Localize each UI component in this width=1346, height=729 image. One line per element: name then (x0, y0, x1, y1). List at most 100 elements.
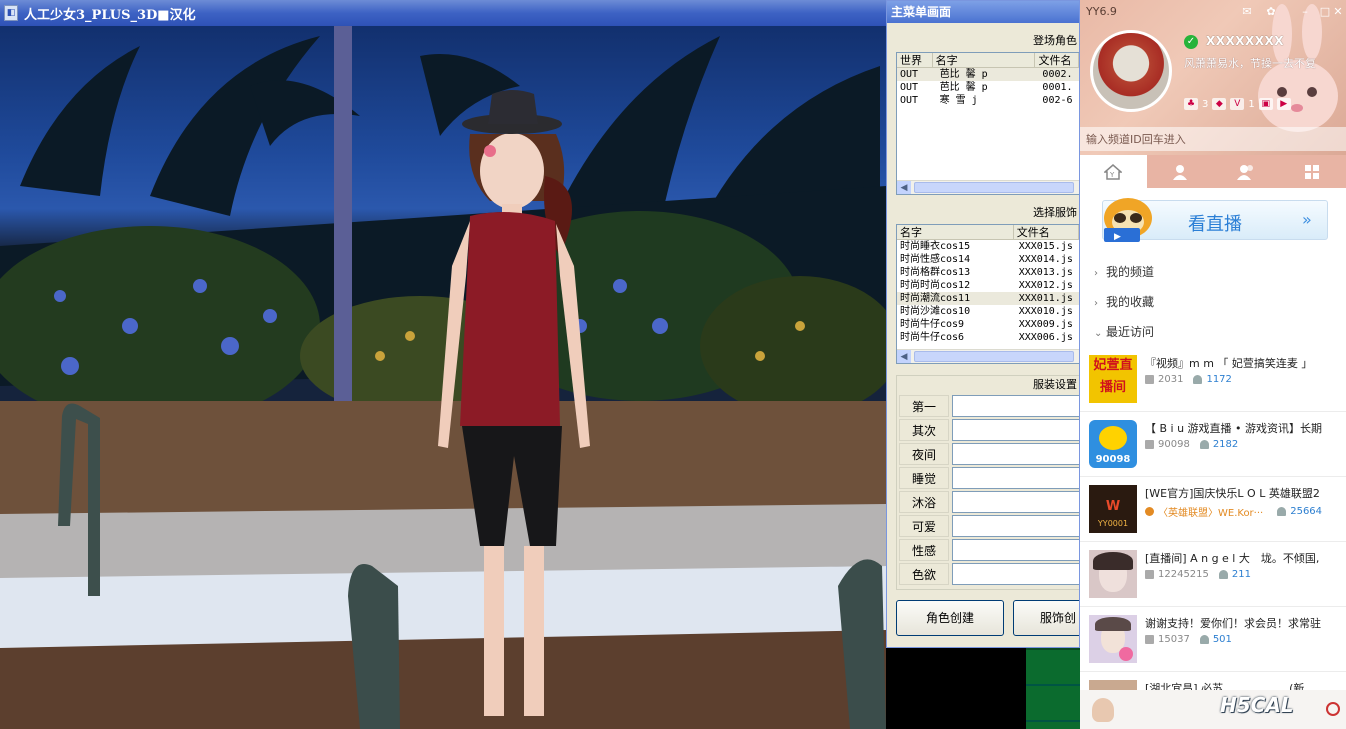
tab-home[interactable]: Y (1080, 155, 1147, 188)
game-titlebar[interactable]: ◧ 人工少女3_PLUS_3D■汉化 (0, 0, 886, 26)
chevron-right-icon: › (1094, 298, 1098, 309)
watermark-logo: H5CAL (1220, 693, 1294, 717)
settings-icon[interactable] (1326, 702, 1340, 716)
outfit-settings-group: 服装设置 第一 其次 夜间 睡觉 沐浴 可爱 性感 色欲 (896, 375, 1079, 590)
outfit-row[interactable]: 时尚睡衣cos15 XXX015.js (897, 240, 1079, 253)
gift-icon[interactable]: ▣ (1258, 98, 1273, 110)
avatar[interactable] (1090, 30, 1172, 112)
user-icon (1199, 635, 1209, 644)
outfit-row[interactable]: 时尚格群cos13 XXX013.js (897, 266, 1079, 279)
game-scene (0, 26, 886, 729)
nav-my-favorites[interactable]: › 我的收藏 (1094, 293, 1154, 310)
column-name[interactable]: 名字 (897, 225, 1014, 239)
outfit-slot-bath: 沐浴 (897, 491, 1079, 513)
nav-my-channels[interactable]: › 我的频道 (1094, 263, 1154, 280)
minimize-icon[interactable]: – (1298, 5, 1312, 19)
game-viewport[interactable] (0, 26, 886, 729)
channel-meta: 12245215 211 (1145, 569, 1251, 580)
skin-icon[interactable]: ✿ (1264, 5, 1278, 19)
watch-live-label[interactable]: 看直播 (1188, 210, 1242, 236)
slot-label: 夜间 (899, 443, 949, 465)
lamp-post (334, 26, 352, 458)
yy-profile-header: YY6.9 ✉ ✿ – □ ✕ ✓ XXXXXXXX 风萧萧易水，节操一去不复 … (1080, 0, 1346, 155)
list-item[interactable]: 妃萱直播间 『视频』m m 「 妃萱搞笑连麦 」 2031 1172 (1080, 347, 1346, 412)
play-icon[interactable]: ▶ (1276, 98, 1291, 110)
character-list-scrollbar[interactable]: ◀ (897, 180, 1079, 194)
create-outfit-button[interactable]: 服饰创 (1013, 600, 1079, 636)
slot-label: 性感 (899, 539, 949, 561)
main-menu-titlebar[interactable]: 主菜单画面 (887, 1, 1079, 23)
channel-meta: 15037 501 (1145, 634, 1232, 645)
headphone-face-icon (1099, 426, 1127, 450)
channel-title: 谢谢支持！爱你们！求会员！求常驻 (1145, 617, 1321, 630)
scroll-left-arrow-icon[interactable]: ◀ (897, 181, 911, 194)
character-row[interactable]: OUT 芭比 馨 p 0001. (897, 81, 1079, 94)
slot-label: 其次 (899, 419, 949, 441)
slot-field[interactable] (952, 515, 1079, 537)
channel-meta: 〈英雄联盟〉WE.Kor··· 25664 (1145, 504, 1322, 519)
slot-field[interactable] (952, 419, 1079, 441)
outfit-list[interactable]: 名字 文件名 时尚睡衣cos15 XXX015.js 时尚性感cos14 XXX01… (896, 224, 1079, 364)
outfit-row[interactable]: 时尚时尚cos12 XXX012.js (897, 279, 1079, 292)
outfit-slot-night: 夜间 (897, 443, 1079, 465)
tab-contacts[interactable] (1147, 155, 1214, 188)
background-window-strip (1026, 648, 1080, 729)
list-item[interactable]: W YY0001 [WE官方]国庆快乐L O L 英雄联盟2 〈英雄联盟〉WE.… (1080, 477, 1346, 542)
maximize-icon[interactable]: □ (1318, 5, 1332, 19)
slot-field[interactable] (952, 395, 1079, 417)
slot-label: 色欲 (899, 563, 949, 585)
column-world[interactable]: 世界 (897, 53, 933, 67)
bear-icon[interactable] (1092, 698, 1114, 722)
list-item[interactable]: 谢谢支持！爱你们！求会员！求常驻 15037 501 (1080, 607, 1346, 672)
slot-field[interactable] (952, 443, 1079, 465)
outfit-settings-header: 服装设置 (1033, 378, 1077, 391)
tab-apps[interactable] (1280, 155, 1346, 188)
slot-field[interactable] (952, 563, 1079, 585)
outfit-row[interactable]: 时尚潮流cos11 XXX011.js (897, 292, 1079, 305)
character-list[interactable]: 世界 名字 文件名 OUT 芭比 馨 p 0002. OUT 芭比 馨 p 00… (896, 52, 1079, 195)
channel-title: 『视频』m m 「 妃萱搞笑连麦 」 (1145, 357, 1313, 370)
double-chevron-right-icon[interactable]: » (1302, 210, 1312, 229)
nav-recent-visits[interactable]: ⌄ 最近访问 (1094, 323, 1154, 340)
list-item[interactable]: 90098 【 B i u 游戏直播 • 游戏资讯】长期 90098 2182 (1080, 412, 1346, 477)
online-status-icon[interactable]: ✓ (1184, 35, 1198, 49)
outfit-slot-second: 其次 (897, 419, 1079, 441)
channel-id-icon (1145, 375, 1154, 384)
diamond-icon[interactable]: ◆ (1212, 98, 1227, 110)
column-name[interactable]: 名字 (933, 53, 1036, 67)
character-row[interactable]: OUT 寒 雪 j 002-6 (897, 94, 1079, 107)
outfit-row[interactable]: 时尚牛仔cos9 XXX009.js (897, 318, 1079, 331)
outfit-list-columns: 名字 文件名 (897, 225, 1079, 240)
game-window: ◧ 人工少女3_PLUS_3D■汉化 (0, 0, 886, 729)
outfit-slot-lust: 色欲 (897, 563, 1079, 585)
scroll-left-arrow-icon[interactable]: ◀ (897, 350, 911, 363)
outfit-list-scrollbar[interactable]: ◀ (897, 349, 1079, 363)
column-file[interactable]: 文件名 (1014, 225, 1079, 239)
character-row[interactable]: OUT 芭比 馨 p 0002. (897, 68, 1079, 81)
game-badge-icon[interactable]: ♣ (1184, 98, 1198, 110)
outfit-row[interactable]: 时尚沙滩cos10 XXX010.js (897, 305, 1079, 318)
scroll-thumb[interactable] (914, 351, 1074, 362)
outfit-row[interactable]: 时尚性感cos14 XXX014.js (897, 253, 1079, 266)
slot-field[interactable] (952, 467, 1079, 489)
close-icon[interactable]: ✕ (1331, 5, 1345, 19)
slot-field[interactable] (952, 491, 1079, 513)
yy-signature[interactable]: 风萧萧易水，节操一去不复 (1184, 55, 1339, 71)
column-file[interactable]: 文件名 (1035, 53, 1079, 67)
list-item[interactable]: [直播间] A n g e l 大 垅。不倾国, 12245215 211 (1080, 542, 1346, 607)
scroll-thumb[interactable] (914, 182, 1074, 193)
tab-groups[interactable] (1213, 155, 1280, 188)
contact-tab-icon (1172, 164, 1187, 180)
slot-field[interactable] (952, 539, 1079, 561)
yy-badges: ♣ 3 ◆ V 1 ▣ ▶ (1184, 98, 1291, 110)
channel-meta: 90098 2182 (1145, 439, 1238, 450)
vip-level: 1 (1248, 98, 1255, 110)
create-character-button[interactable]: 角色创建 (896, 600, 1004, 636)
slot-label: 第一 (899, 395, 949, 417)
mail-icon[interactable]: ✉ (1240, 5, 1254, 19)
channel-id-input[interactable] (1080, 127, 1346, 151)
channel-thumbnail (1089, 615, 1137, 663)
vip-icon[interactable]: V (1230, 98, 1245, 110)
outfit-row[interactable]: 时尚牛仔cos6 XXX006.js (897, 331, 1079, 344)
yy-nickname[interactable]: XXXXXXXX (1206, 34, 1284, 48)
